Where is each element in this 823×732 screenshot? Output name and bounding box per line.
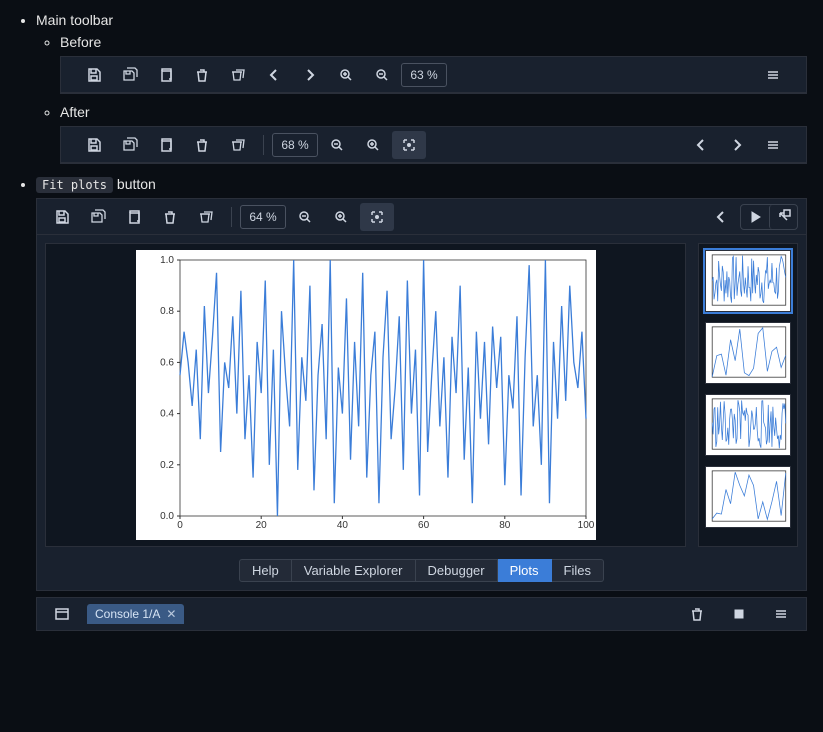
toolbar-after-container: 68 %	[60, 126, 807, 164]
delete-icon[interactable]	[185, 61, 219, 89]
doc-sub-after: After	[60, 104, 90, 120]
zoom-level[interactable]: 68 %	[272, 133, 318, 157]
fit-plots-icon[interactable]	[392, 131, 426, 159]
svg-text:0.2: 0.2	[160, 460, 174, 471]
next-plot-icon[interactable]	[293, 61, 327, 89]
copy-icon[interactable]	[149, 131, 183, 159]
tab-plots[interactable]: Plots	[498, 559, 552, 582]
prev-plot-icon[interactable]	[257, 61, 291, 89]
svg-text:20: 20	[255, 520, 267, 531]
delete-all-icon[interactable]	[221, 131, 255, 159]
copy-icon[interactable]	[149, 61, 183, 89]
svg-text:0.0: 0.0	[160, 511, 174, 522]
hamburger-menu-icon[interactable]	[764, 600, 798, 628]
interrupt-icon[interactable]	[722, 600, 756, 628]
plots-body: 0 20 40 60 80 100 0.0 0.2 0.4 0.6 0.8 1.0	[37, 235, 806, 555]
save-icon[interactable]	[77, 131, 111, 159]
delete-icon[interactable]	[185, 131, 219, 159]
delete-icon[interactable]	[153, 203, 187, 231]
close-icon[interactable]: ✕	[166, 607, 176, 621]
prev-plot-icon[interactable]	[704, 203, 738, 231]
next-plot-icon[interactable]	[720, 131, 754, 159]
delete-all-icon[interactable]	[221, 61, 255, 89]
svg-text:0.4: 0.4	[160, 409, 174, 420]
copy-icon[interactable]	[117, 203, 151, 231]
console-tab-label: Console 1/A	[95, 607, 160, 621]
plots-panel: 64 % 0 20 40 60 80 100 0.0 0.2 0.4 0.6 0.8 1.0	[36, 198, 807, 591]
zoom-in-icon[interactable]	[324, 203, 358, 231]
fit-plots-code: Fit plots	[36, 177, 113, 193]
zoom-level[interactable]: 63 %	[401, 63, 447, 87]
tab-variable-explorer[interactable]: Variable Explorer	[292, 559, 416, 582]
zoom-out-icon[interactable]	[288, 203, 322, 231]
save-icon[interactable]	[77, 61, 111, 89]
zoom-in-icon[interactable]	[329, 61, 363, 89]
svg-text:0: 0	[177, 520, 183, 531]
tab-files[interactable]: Files	[552, 559, 604, 582]
toolbar-before-container: 63 %	[60, 56, 807, 94]
main-plot: 0 20 40 60 80 100 0.0 0.2 0.4 0.6 0.8 1.0	[136, 250, 596, 540]
zoom-out-icon[interactable]	[320, 131, 354, 159]
save-icon[interactable]	[45, 203, 79, 231]
fit-plots-text: button	[113, 176, 156, 192]
delete-all-icon[interactable]	[189, 203, 223, 231]
doc-heading-main-toolbar: Main toolbar	[36, 12, 113, 28]
plot-thumbnails	[698, 243, 798, 547]
svg-text:0.6: 0.6	[160, 357, 174, 368]
zoom-in-icon[interactable]	[356, 131, 390, 159]
plot-viewport[interactable]: 0 20 40 60 80 100 0.0 0.2 0.4 0.6 0.8 1.0	[45, 243, 686, 547]
plots-toolbar: 64 %	[37, 199, 806, 235]
toolbar-after: 68 %	[61, 127, 806, 163]
open-external-icon[interactable]	[769, 205, 797, 229]
tab-help[interactable]: Help	[239, 559, 292, 582]
delete-icon[interactable]	[680, 600, 714, 628]
svg-text:0.8: 0.8	[160, 306, 174, 317]
svg-text:60: 60	[418, 520, 430, 531]
plot-thumbnail[interactable]	[705, 250, 791, 312]
save-all-icon[interactable]	[113, 131, 147, 159]
doc-sub-before: Before	[60, 34, 101, 50]
save-all-icon[interactable]	[113, 61, 147, 89]
svg-text:100: 100	[577, 520, 594, 531]
plot-thumbnail[interactable]	[705, 322, 791, 384]
run-external-button-group	[740, 204, 798, 230]
pane-tabbar: Help Variable Explorer Debugger Plots Fi…	[37, 555, 806, 590]
toolbar-before: 63 %	[61, 57, 806, 93]
hamburger-menu-icon[interactable]	[756, 131, 790, 159]
hamburger-menu-icon[interactable]	[756, 61, 790, 89]
svg-text:1.0: 1.0	[160, 255, 174, 266]
svg-text:40: 40	[336, 520, 348, 531]
console-tab[interactable]: Console 1/A ✕	[87, 604, 184, 624]
plot-thumbnail[interactable]	[705, 466, 791, 528]
svg-text:80: 80	[499, 520, 511, 531]
save-all-icon[interactable]	[81, 203, 115, 231]
prev-plot-icon[interactable]	[684, 131, 718, 159]
zoom-out-icon[interactable]	[365, 61, 399, 89]
play-icon[interactable]	[741, 205, 769, 229]
separator	[263, 135, 264, 155]
zoom-level[interactable]: 64 %	[240, 205, 286, 229]
fit-plots-icon[interactable]	[360, 203, 394, 231]
console-bar: Console 1/A ✕	[36, 597, 807, 631]
separator	[231, 207, 232, 227]
browse-tabs-icon[interactable]	[45, 600, 79, 628]
tab-debugger[interactable]: Debugger	[416, 559, 498, 582]
plot-thumbnail[interactable]	[705, 394, 791, 456]
